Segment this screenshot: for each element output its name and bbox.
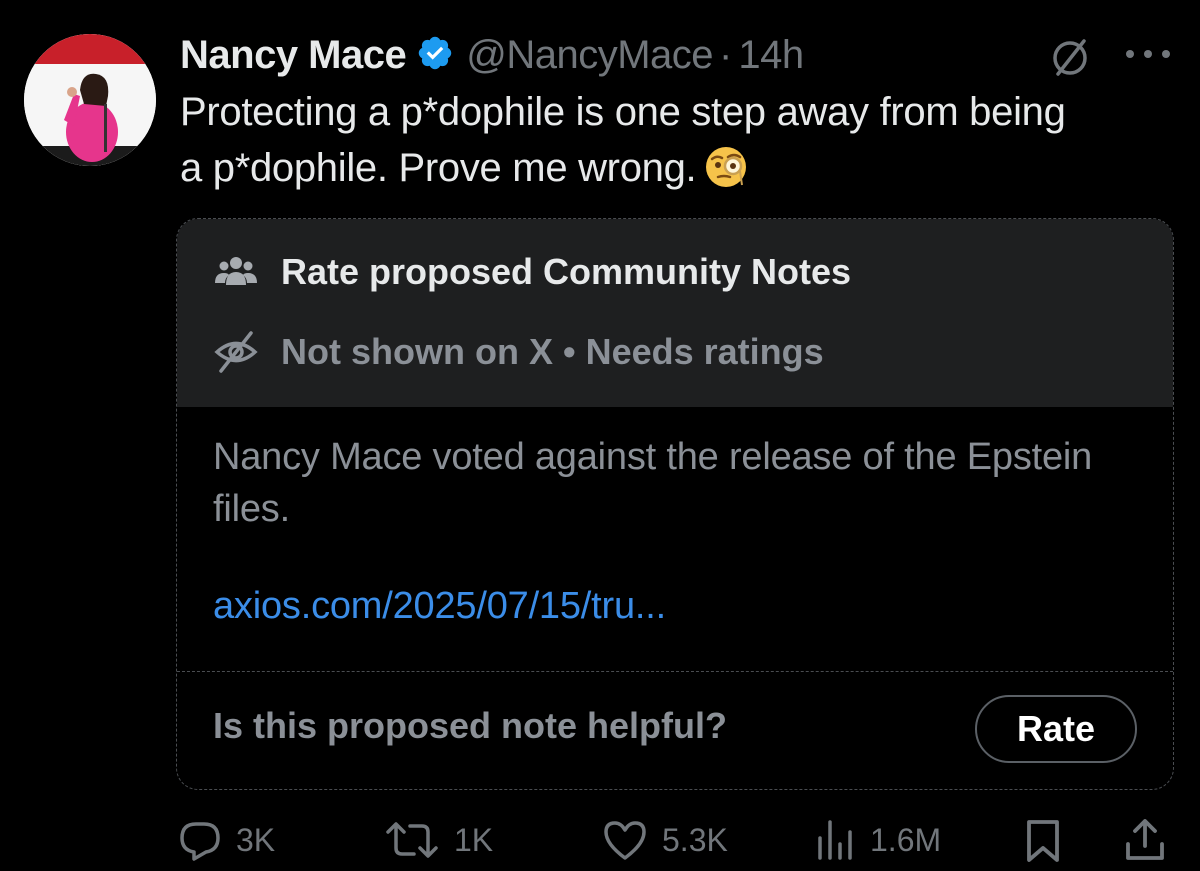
tweet-text-line-2-text: a p*dophile. Prove me wrong.: [180, 146, 697, 190]
tweet-text-line-1: Protecting a p*dophile is one step away …: [180, 90, 1066, 134]
avatar[interactable]: [24, 34, 156, 166]
people-icon: [215, 257, 257, 285]
reply-button[interactable]: 3K: [178, 810, 275, 870]
like-button[interactable]: 5.3K: [602, 810, 728, 870]
note-divider: [177, 671, 1173, 672]
repost-icon: [386, 822, 438, 858]
face-with-monocle-icon: [706, 147, 747, 187]
note-body: Nancy Mace voted against the release of …: [213, 436, 1093, 530]
repost-count: 1K: [454, 821, 494, 858]
verified-badge-icon: [406, 34, 466, 77]
separator-dot: ·: [719, 32, 733, 77]
reply-count: 3K: [236, 821, 276, 858]
rate-button[interactable]: Rate: [975, 695, 1137, 763]
tweet: Nancy Mace @NancyMace · 14h Protecting a…: [0, 0, 1200, 871]
like-count: 5.3K: [662, 821, 728, 858]
note-status: Not shown on X • Needs ratings: [281, 331, 824, 372]
note-status-row: Not shown on X • Needs ratings: [213, 329, 824, 375]
tweet-text-line-2: a p*dophile. Prove me wrong.: [180, 140, 1180, 196]
tweet-text: Protecting a p*dophile is one step away …: [180, 84, 1180, 196]
reply-icon: [180, 822, 220, 861]
handle[interactable]: @NancyMace: [466, 33, 713, 78]
timestamp[interactable]: 14h: [738, 33, 804, 78]
like-icon: [604, 821, 646, 860]
note-header-title-row: Rate proposed Community Notes: [213, 249, 851, 295]
community-note-header[interactable]: Rate proposed Community Notes Not shown …: [177, 219, 1173, 407]
share-icon[interactable]: [1124, 816, 1166, 867]
eye-off-icon: [214, 331, 258, 373]
views-button[interactable]: 1.6M: [812, 810, 941, 870]
view-count: 1.6M: [870, 821, 942, 858]
helpful-question: Is this proposed note helpful?: [213, 705, 728, 746]
bookmark-icon[interactable]: [1024, 818, 1062, 869]
views-icon: [818, 820, 852, 860]
community-note-card: Rate proposed Community Notes Not shown …: [176, 218, 1174, 790]
display-name[interactable]: Nancy Mace: [180, 33, 407, 78]
action-bar: 3K 1K 5.3K 1.6M: [0, 810, 1200, 870]
tweet-header: Nancy Mace @NancyMace · 14h: [180, 28, 804, 82]
repost-button[interactable]: 1K: [384, 810, 493, 870]
note-source-link[interactable]: axios.com/2025/07/15/tru...: [213, 585, 666, 628]
note-header-title: Rate proposed Community Notes: [281, 251, 852, 292]
